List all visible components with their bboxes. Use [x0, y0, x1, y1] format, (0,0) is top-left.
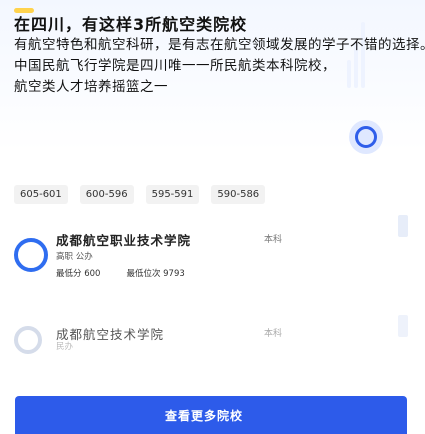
- school-tags: 高职 公办: [56, 252, 93, 262]
- right-decoration: [392, 215, 412, 365]
- school-min-score: 最低分 600: [56, 269, 101, 279]
- score-chip[interactable]: 595-591: [145, 185, 200, 204]
- headline-line-2: 中国民航飞行学院是四川唯一一所民航类本科院校，: [14, 58, 336, 74]
- score-chip[interactable]: 590-586: [211, 185, 266, 204]
- logo-ring-icon: [355, 126, 377, 148]
- accent-bar: [14, 8, 34, 13]
- school-logo-icon: [14, 238, 48, 272]
- headline: 在四川，有这样3所航空类院校 有航空特色和航空科研，是有志在航空领域发展的学子不…: [14, 14, 425, 98]
- school-card[interactable]: 成都航空职业技术学院 本科 高职 公办 最低分 600 最低位次 9793: [14, 230, 354, 290]
- school-type: 本科: [264, 329, 283, 339]
- score-chip[interactable]: 600-596: [79, 185, 134, 204]
- decoration-bars: [347, 18, 367, 88]
- score-chip[interactable]: 605-601: [14, 185, 68, 204]
- school-name: 成都航空职业技术学院: [56, 233, 192, 248]
- school-type: 本科: [264, 235, 283, 245]
- headline-title: 在四川，有这样3所航空类院校: [14, 15, 248, 34]
- more-schools-label: 查看更多院校: [165, 409, 244, 423]
- logo-badge: [349, 120, 383, 154]
- school-min-rank: 最低位次 9793: [126, 269, 185, 279]
- school-logo-icon: [14, 326, 42, 354]
- school-card[interactable]: 成都航空技术学院 本科 民办: [14, 324, 354, 364]
- headline-line-3: 航空类人才培养摇篮之一: [14, 79, 168, 95]
- headline-line-1: 有航空特色和航空科研，是有志在航空领域发展的学子不错的选择。: [14, 37, 425, 53]
- score-range-chips: 605-601 600-596 595-591 590-586: [14, 185, 354, 204]
- school-tags: 民办: [56, 342, 74, 352]
- more-schools-panel[interactable]: 查看更多院校: [15, 396, 407, 434]
- school-meta: 最低分 600 最低位次 9793: [56, 267, 185, 279]
